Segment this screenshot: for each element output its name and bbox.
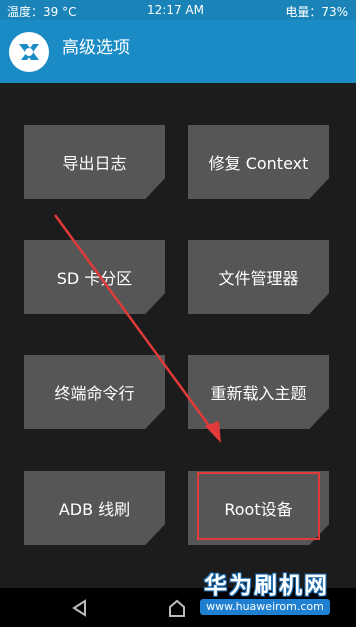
file-manager-button[interactable]: 文件管理器 [188, 240, 329, 314]
export-log-button[interactable]: 导出日志 [24, 125, 165, 199]
battery-readout: 电量：73% [285, 5, 348, 19]
fix-context-button[interactable]: 修复 Context [188, 125, 329, 199]
watermark: 华为刷机网 www.huaweirom.com [200, 566, 350, 624]
home-icon[interactable] [165, 596, 189, 620]
sd-partition-button[interactable]: SD 卡分区 [24, 240, 165, 314]
status-bar: 温度：39 °C 12:17 AM 电量：73% [0, 0, 356, 20]
terminal-button[interactable]: 终端命令行 [24, 355, 165, 429]
root-device-button[interactable]: Root设备 [188, 471, 329, 545]
clock: 12:17 AM [147, 3, 204, 17]
options-grid: 导出日志 修复 Context SD 卡分区 文件管理器 终端命令行 重新载入主… [0, 83, 356, 588]
reload-theme-button[interactable]: 重新载入主题 [188, 355, 329, 429]
twrp-advanced-screen: 温度：39 °C 12:17 AM 电量：73% 高级选项 导出日志 修复 Co… [0, 0, 356, 627]
page-title: 高级选项 [62, 38, 130, 58]
watermark-url: www.huaweirom.com [200, 599, 330, 615]
temperature-readout: 温度：39 °C [7, 5, 77, 19]
back-triangle-icon[interactable] [68, 596, 92, 620]
header: 高级选项 [0, 20, 356, 83]
watermark-title: 华为刷机网 [204, 573, 329, 599]
adb-sideload-button[interactable]: ADB 线刷 [24, 471, 165, 545]
twrp-logo-icon [9, 32, 49, 72]
